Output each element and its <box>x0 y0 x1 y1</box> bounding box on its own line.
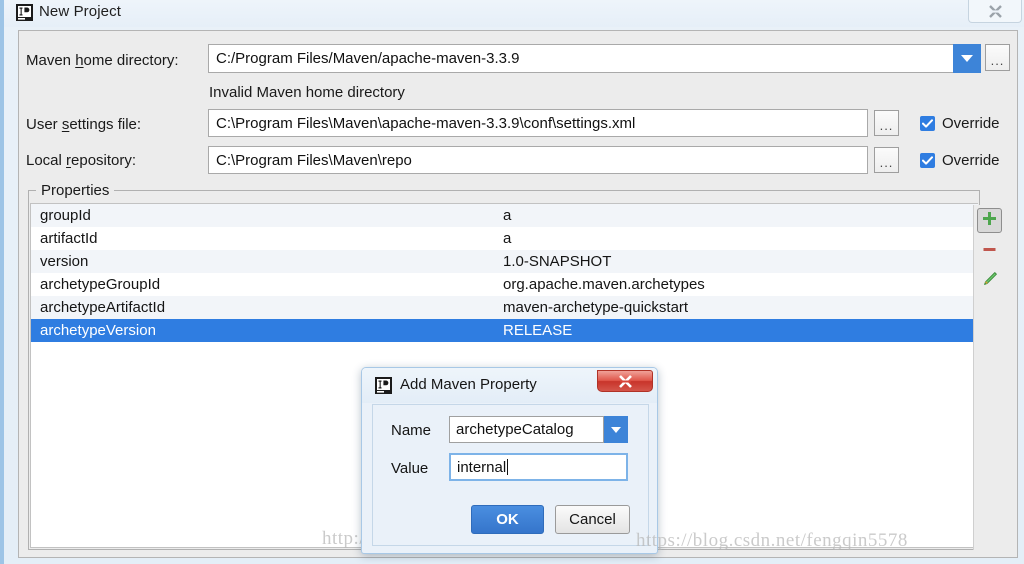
close-icon <box>988 4 1002 18</box>
property-value-cell: maven-archetype-quickstart <box>503 299 689 316</box>
dialog-cancel-button[interactable]: Cancel <box>555 505 630 534</box>
maven-home-value: C:/Program Files/Maven/apache-maven-3.3.… <box>216 50 520 67</box>
dialog-ok-button[interactable]: OK <box>471 505 544 534</box>
chevron-down-icon <box>611 426 621 433</box>
ok-label: OK <box>496 511 519 528</box>
table-row[interactable]: archetypeArtifactId maven-archetype-quick… <box>31 296 978 319</box>
local-repository-value: C:\Program Files\Maven\repo <box>216 151 412 169</box>
maven-home-browse-button[interactable]: ... <box>985 44 1010 71</box>
dialog-value-input[interactable]: internal <box>449 453 628 481</box>
table-row[interactable]: archetypeGroupId org.apache.maven.archety… <box>31 273 978 296</box>
ellipsis-label: ... <box>879 118 894 133</box>
maven-home-dropdown-button[interactable] <box>953 44 981 73</box>
property-name-cell: archetypeArtifactId <box>40 299 166 316</box>
user-settings-value: C:\Program Files\Maven\apache-maven-3.3.… <box>216 114 636 132</box>
window-title: New Project <box>39 3 121 20</box>
table-row[interactable]: artifactId a <box>31 227 978 250</box>
dialog-name-dropdown-button[interactable] <box>604 416 628 443</box>
dialog-body: Name archetypeCatalog Value internal OK … <box>372 404 649 546</box>
dialog-value-label: Value <box>391 460 429 477</box>
local-repository-input[interactable]: C:\Program Files\Maven\repo <box>208 146 868 174</box>
screenshot-root: New Project Maven home directory: C:/Pro… <box>0 0 1024 564</box>
close-icon <box>618 374 632 388</box>
pencil-icon <box>981 271 998 293</box>
window-titlebar: New Project <box>4 0 1024 27</box>
property-name-cell: archetypeVersion <box>40 322 156 339</box>
edit-property-button[interactable] <box>977 269 1002 294</box>
table-row[interactable]: archetypeVersion RELEASE <box>31 319 978 342</box>
dialog-name-value: archetypeCatalog <box>456 421 574 438</box>
remove-property-button[interactable] <box>977 239 1002 264</box>
override-label: Override <box>942 152 1000 169</box>
user-settings-label: User settings file: <box>26 116 142 133</box>
ellipsis-label: ... <box>879 155 894 170</box>
user-settings-input[interactable]: C:\Program Files\Maven\apache-maven-3.3.… <box>208 109 868 137</box>
override-label: Override <box>942 115 1000 132</box>
checkmark-icon <box>920 116 935 131</box>
ellipsis-label: ... <box>990 53 1005 68</box>
maven-home-input[interactable]: C:/Program Files/Maven/apache-maven-3.3.… <box>208 44 965 73</box>
maven-home-label: Maven home directory: <box>26 52 179 69</box>
dialog-titlebar: Add Maven Property <box>362 368 657 403</box>
table-row[interactable]: groupId a <box>31 204 978 227</box>
local-repository-override-checkbox[interactable]: Override <box>920 152 1000 169</box>
property-name-cell: artifactId <box>40 230 98 247</box>
dialog-name-input[interactable]: archetypeCatalog <box>449 416 604 443</box>
properties-toolbar <box>973 205 1004 550</box>
properties-group-title: Properties <box>36 182 115 199</box>
property-name-cell: archetypeGroupId <box>40 276 161 293</box>
minus-icon <box>981 241 998 263</box>
cancel-label: Cancel <box>569 511 616 528</box>
property-name-cell: version <box>40 253 89 270</box>
dialog-value-value: internal <box>457 458 507 476</box>
intellij-idea-icon <box>16 4 33 21</box>
maven-home-validation-message: Invalid Maven home directory <box>209 84 405 101</box>
property-value-cell: RELEASE <box>503 322 573 339</box>
add-property-button[interactable] <box>977 208 1002 233</box>
local-repository-browse-button[interactable]: ... <box>874 147 899 173</box>
property-value-cell: a <box>503 230 512 247</box>
intellij-idea-icon <box>375 377 392 394</box>
checkmark-icon <box>920 153 935 168</box>
property-value-cell: org.apache.maven.archetypes <box>503 276 705 293</box>
dialog-title: Add Maven Property <box>400 376 537 393</box>
user-settings-browse-button[interactable]: ... <box>874 110 899 136</box>
dialog-close-button[interactable] <box>597 370 653 392</box>
property-value-cell: 1.0-SNAPSHOT <box>503 253 612 270</box>
local-repository-label: Local repository: <box>26 152 137 169</box>
property-name-cell: groupId <box>40 207 91 224</box>
plus-icon <box>981 210 998 232</box>
user-settings-override-checkbox[interactable]: Override <box>920 115 1000 132</box>
window-close-button[interactable] <box>968 0 1022 23</box>
dialog-name-label: Name <box>391 422 432 439</box>
text-caret <box>507 459 509 475</box>
add-maven-property-dialog: Add Maven Property Name archetypeCatalog… <box>361 367 658 554</box>
chevron-down-icon <box>961 55 973 62</box>
table-row[interactable]: version 1.0-SNAPSHOT <box>31 250 978 273</box>
property-value-cell: a <box>503 207 512 224</box>
